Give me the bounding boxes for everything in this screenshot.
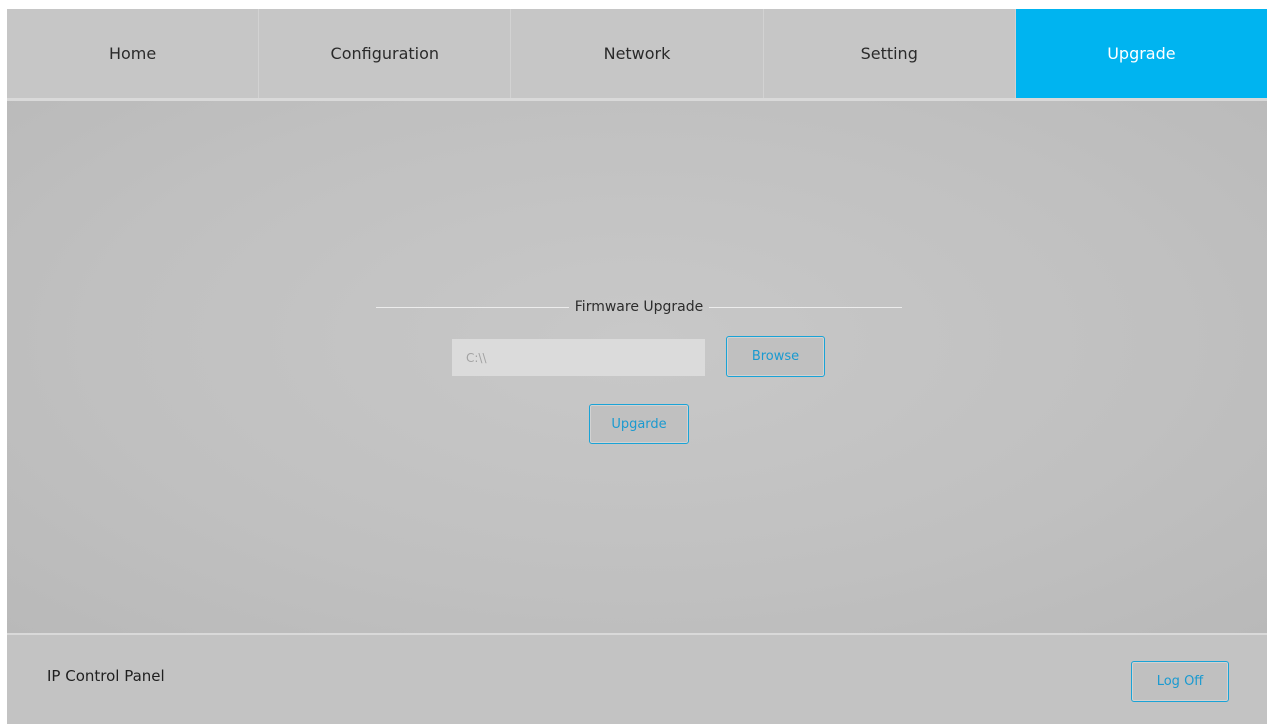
firmware-upgrade-heading: Firmware Upgrade — [376, 295, 902, 319]
firmware-upgrade-title: Firmware Upgrade — [574, 299, 704, 315]
browse-button[interactable]: Browse — [726, 336, 825, 377]
top-navigation: Home Configuration Network Setting Upgra… — [7, 9, 1267, 98]
footer-bar: IP Control Panel Log Off — [7, 635, 1267, 724]
firmware-file-path-input[interactable] — [452, 339, 705, 376]
main-content: Firmware Upgrade Browse Upgarde — [7, 101, 1267, 633]
panel-title: IP Control Panel — [47, 667, 165, 685]
upgrade-button[interactable]: Upgarde — [589, 404, 689, 444]
tab-home[interactable]: Home — [7, 9, 260, 98]
heading-rule-left — [376, 306, 569, 308]
tab-setting[interactable]: Setting — [764, 9, 1016, 98]
tab-network[interactable]: Network — [511, 9, 764, 98]
tab-configuration[interactable]: Configuration — [259, 9, 512, 98]
tab-upgrade[interactable]: Upgrade — [1015, 9, 1267, 98]
log-off-button[interactable]: Log Off — [1131, 661, 1229, 702]
control-panel-window: Home Configuration Network Setting Upgra… — [7, 9, 1267, 724]
heading-rule-right — [709, 306, 902, 308]
